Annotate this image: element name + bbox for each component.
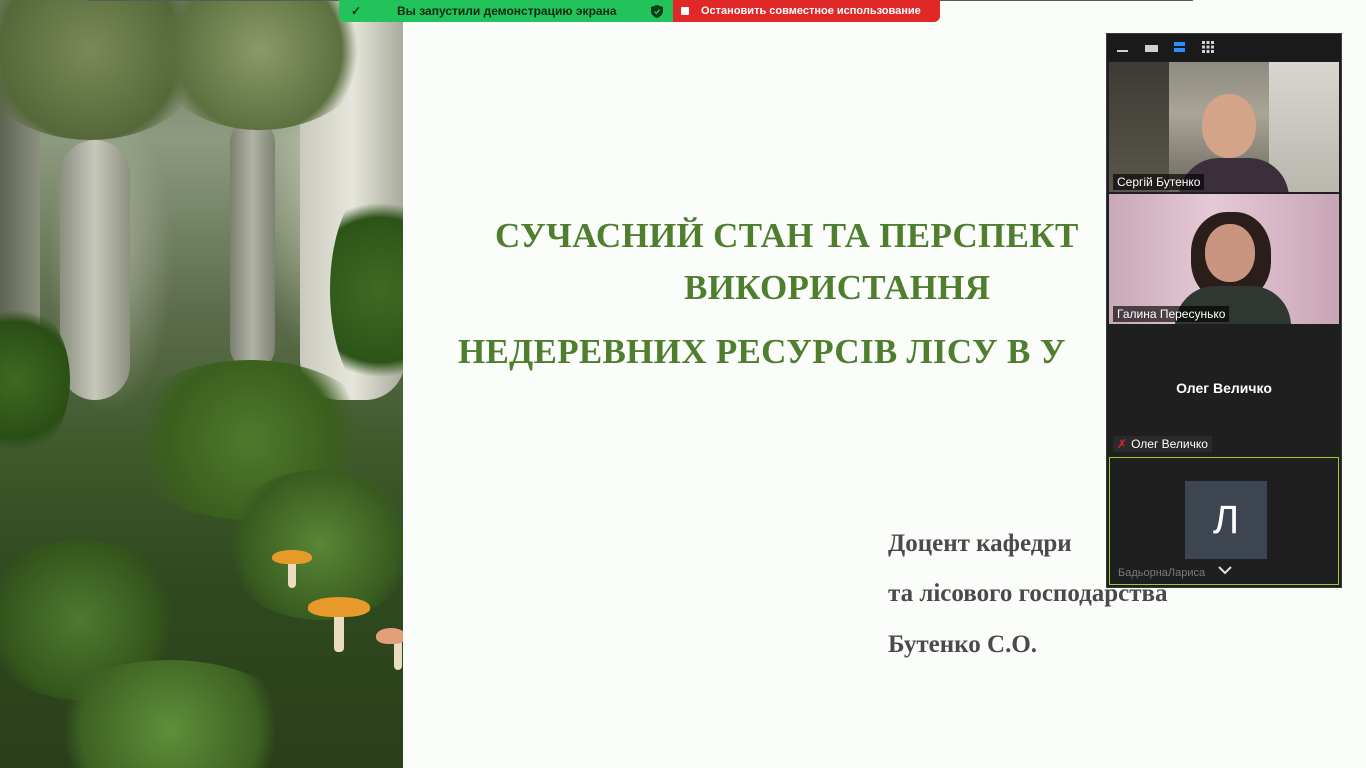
participant-video xyxy=(1109,62,1169,192)
stop-share-button[interactable]: Остановить совместное использование xyxy=(673,0,940,22)
mushroom-stem xyxy=(334,612,344,652)
participant-head xyxy=(1205,224,1255,282)
minimize-icon[interactable] xyxy=(1115,40,1131,54)
participants-video-panel: Сергій Бутенко Галина Пересунько Олег Ве… xyxy=(1106,33,1342,588)
mushroom-cap xyxy=(272,550,312,564)
hide-video-icon[interactable] xyxy=(1144,40,1160,54)
sharing-notice-bar[interactable]: ✓ Вы запустили демонстрацию экрана xyxy=(339,0,673,22)
mushroom-cap xyxy=(308,597,370,617)
slide-title-line-1: СУЧАСНИЙ СТАН ТА ПЕРСПЕКТ xyxy=(495,216,1079,255)
speaker-view-icon[interactable] xyxy=(1172,40,1188,54)
tree-trunk xyxy=(60,140,130,400)
participant-name: БадьорнаЛариса xyxy=(1118,567,1206,579)
gallery-view-icon[interactable] xyxy=(1201,40,1217,54)
slide-title-line-2: ВИКОРИСТАННЯ xyxy=(684,268,991,307)
participant-tile[interactable]: Олег Величко ✗ Олег Величко xyxy=(1109,326,1339,454)
participant-tile[interactable]: Сергій Бутенко xyxy=(1109,62,1339,192)
slide-background-image xyxy=(0,0,403,768)
foliage xyxy=(220,470,403,620)
participant-display-name: Олег Величко xyxy=(1176,380,1272,396)
chevron-down-icon[interactable] xyxy=(1218,562,1232,580)
participant-tile[interactable]: Галина Пересунько xyxy=(1109,194,1339,324)
participant-name: Сергій Бутенко xyxy=(1113,174,1205,190)
stop-share-label: Остановить совместное использование xyxy=(701,5,921,17)
mushroom-stem xyxy=(394,640,402,670)
mushroom-cap xyxy=(376,628,403,644)
security-shield-icon xyxy=(651,5,663,21)
sharing-notice-text: Вы запустили демонстрацию экрана xyxy=(397,4,617,18)
participant-name: Галина Пересунько xyxy=(1113,306,1230,322)
stop-square-icon xyxy=(681,7,689,15)
pin-icon: ✓ xyxy=(351,4,362,18)
author-line-1: Доцент кафедри xyxy=(888,530,1072,557)
avatar-letter: Л xyxy=(1212,497,1240,542)
slide-title-line-3: НЕДЕРЕВНИХ РЕСУРСІВ ЛІСУ В У xyxy=(458,332,1066,371)
participant-name: Олег Величко xyxy=(1131,437,1208,451)
participant-avatar: Л xyxy=(1185,481,1267,559)
author-line-3: Бутенко С.О. xyxy=(888,631,1038,658)
tree-trunk xyxy=(230,120,275,370)
panel-toolbar xyxy=(1107,34,1341,61)
participant-name-tag: ✗ Олег Величко xyxy=(1113,436,1212,452)
participant-head xyxy=(1202,94,1256,158)
participant-tile[interactable]: Л БадьорнаЛариса xyxy=(1109,457,1339,585)
mushroom-stem xyxy=(288,560,296,588)
muted-mic-icon: ✗ xyxy=(1117,437,1128,451)
